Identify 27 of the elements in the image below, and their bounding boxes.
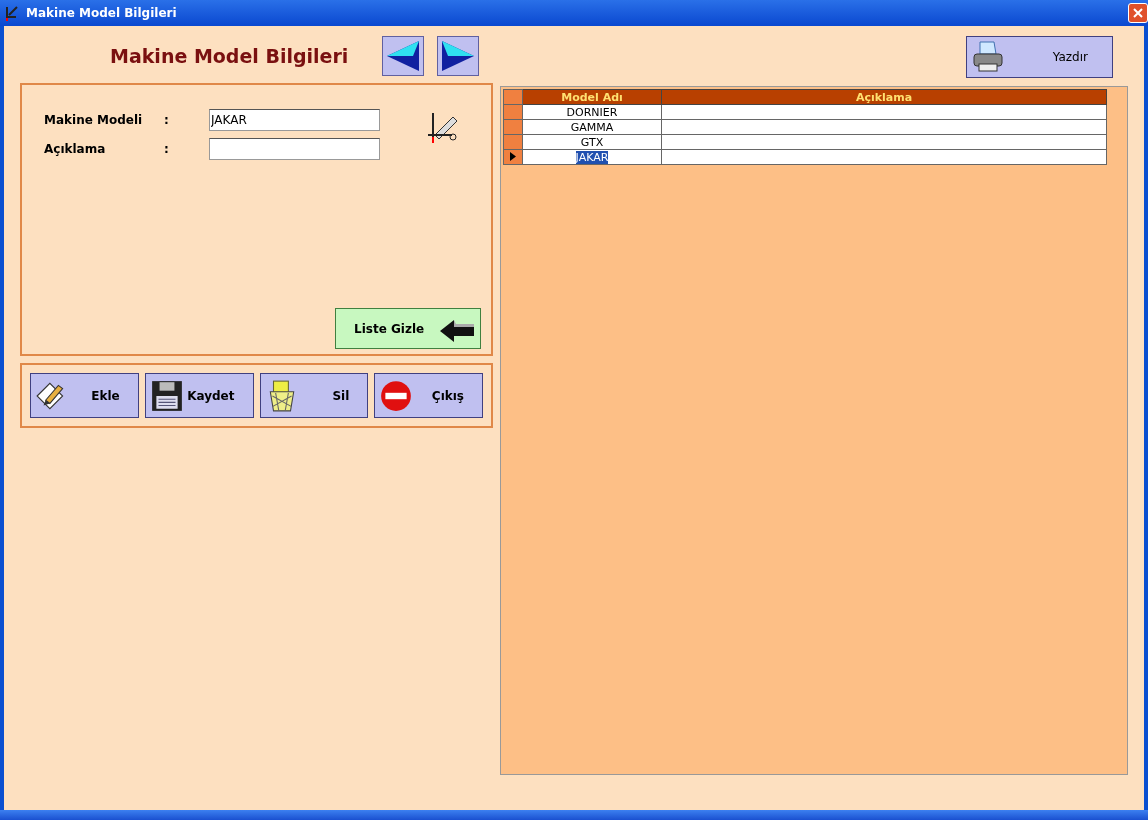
column-header[interactable]: Açıklama — [661, 89, 1107, 105]
exit-button[interactable]: Çıkış — [374, 373, 483, 418]
field-separator: : — [164, 141, 170, 156]
column-header[interactable]: Model Adı — [522, 89, 662, 105]
delete-button[interactable]: Sil — [259, 373, 369, 418]
hide-list-button[interactable]: Liste Gizle — [335, 308, 481, 349]
text-field[interactable]: JAKAR — [209, 108, 380, 131]
field-label: Makine Modeli — [44, 112, 144, 127]
save-button[interactable]: Kaydet — [144, 373, 254, 418]
drafting-tool-icon — [4, 5, 20, 21]
next-button[interactable] — [437, 36, 480, 76]
field-separator: : — [164, 112, 170, 127]
left-arrow-icon — [385, 39, 422, 73]
field-label: Açıklama — [44, 141, 107, 156]
close-button[interactable] — [1128, 3, 1148, 23]
text-field[interactable] — [209, 137, 380, 160]
form-title: Makine Model Bilgileri — [110, 45, 349, 67]
row-header — [503, 89, 523, 105]
add-button[interactable]: Ekle — [30, 373, 139, 418]
drafting-tool-icon — [425, 111, 459, 145]
current-row-icon — [510, 151, 516, 161]
print-button[interactable]: Yazdır — [966, 36, 1113, 78]
no-entry-icon — [379, 378, 414, 413]
close-icon — [1132, 7, 1144, 19]
previous-button[interactable] — [382, 36, 425, 76]
window-title: Makine Model Bilgileri — [26, 6, 177, 20]
printer-icon — [971, 40, 1005, 74]
